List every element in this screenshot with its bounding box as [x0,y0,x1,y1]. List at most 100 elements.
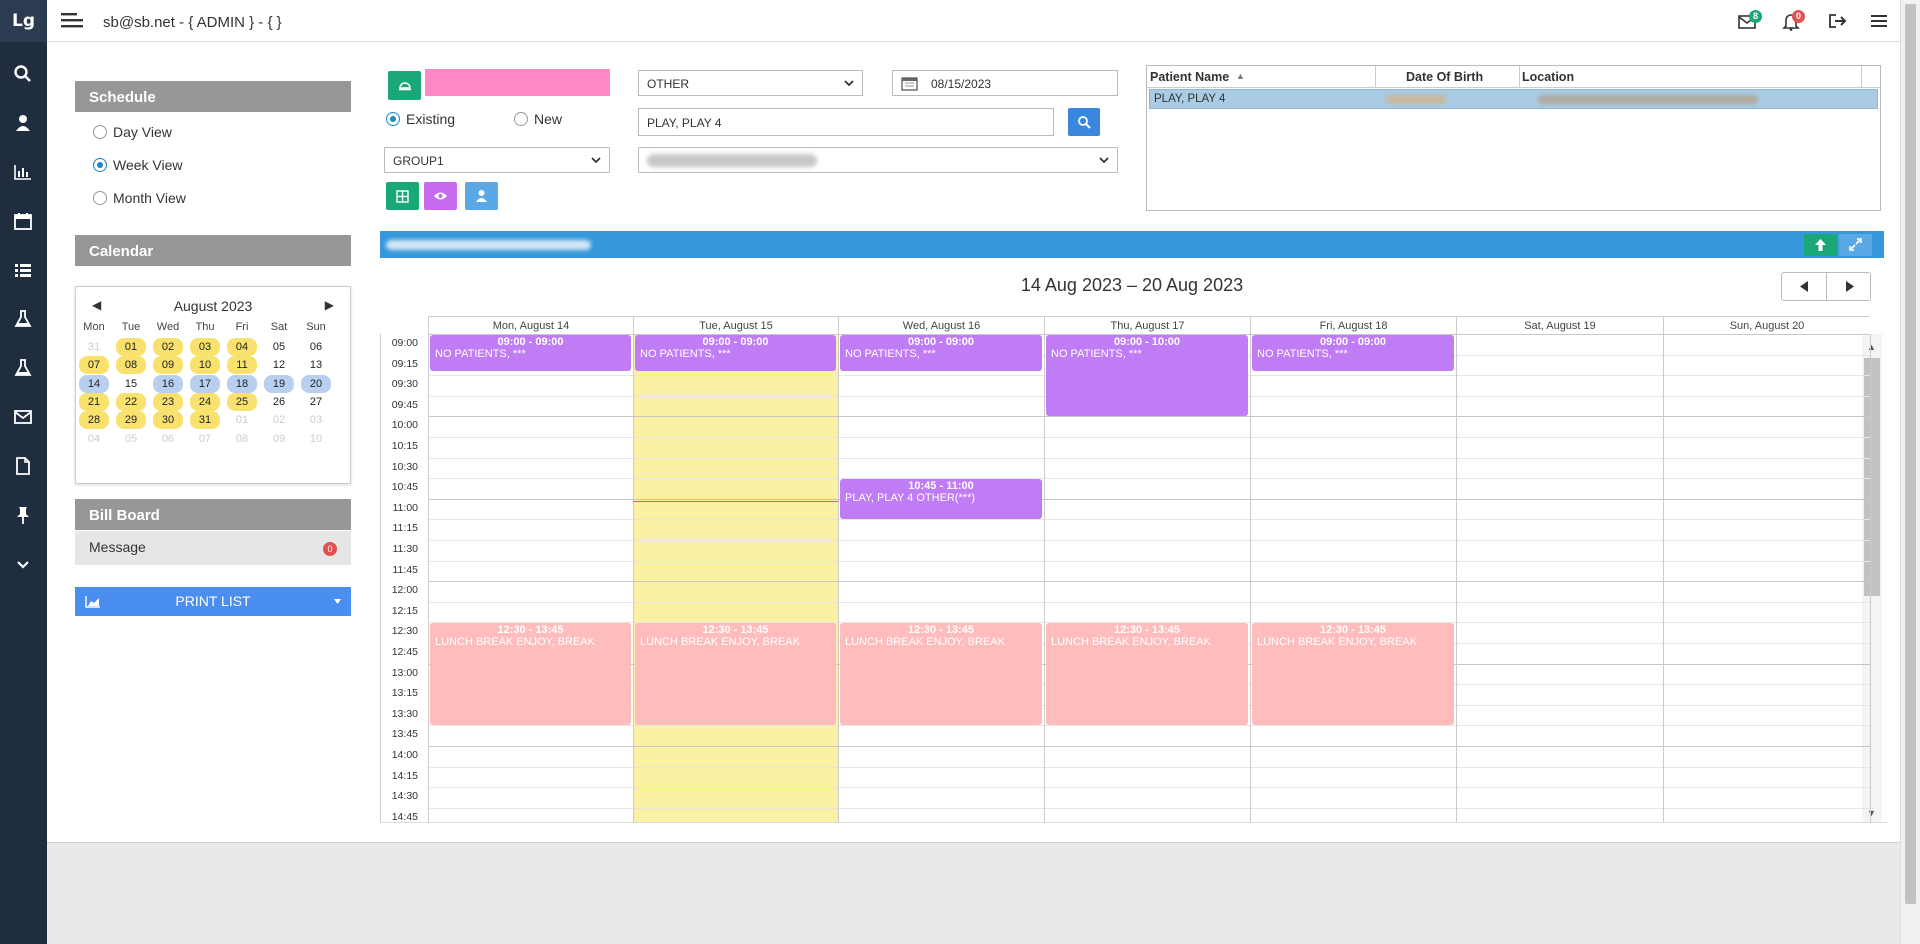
calendar-day[interactable]: 11 [227,356,257,375]
calendar-day[interactable]: 10 [301,430,331,448]
table-row[interactable]: PLAY, PLAY 4 [1149,89,1878,109]
user-icon[interactable] [13,113,33,133]
list-icon[interactable] [13,260,33,280]
calendar-scrollbar[interactable]: ▲ ▼ [1862,334,1882,822]
search-button[interactable] [1068,108,1100,136]
radio-circle[interactable] [514,112,528,126]
calendar-day[interactable]: 04 [79,430,109,448]
prev-week-button[interactable] [1782,273,1827,300]
sort-icon[interactable]: ▲ [1236,71,1245,81]
appointment-event[interactable]: 12:30 - 13:45 LUNCH BREAK ENJOY, BREAK [1046,623,1248,726]
calendar-day[interactable]: 02 [153,338,183,356]
calendar-day[interactable]: 06 [153,430,183,448]
calendar-day[interactable]: 17 [190,374,220,393]
calendar-day[interactable]: 08 [227,430,257,448]
calendar-day[interactable]: 12 [264,356,294,374]
page-scrollbar[interactable] [1900,0,1920,944]
calendar-day[interactable]: 04 [227,338,257,356]
group-select[interactable]: GROUP1 [384,147,610,173]
print-list-button[interactable]: PRINT LIST [75,587,351,616]
flask-icon[interactable] [13,358,33,378]
calendar-day[interactable]: 09 [264,430,294,448]
new-patient-radio[interactable]: New [514,111,562,127]
document-icon[interactable] [13,456,33,476]
appointment-event[interactable]: 09:00 - 09:00 NO PATIENTS, *** [1252,335,1454,372]
patient-profile-button[interactable] [465,182,498,210]
calendar-day[interactable]: 07 [190,430,220,448]
menu-toggle-icon[interactable] [61,12,83,30]
appointment-event[interactable]: 12:30 - 13:45 LUNCH BREAK ENJOY, BREAK [1252,623,1454,726]
chevron-down-icon[interactable] [13,554,33,574]
appointment-event[interactable]: 09:00 - 10:00 NO PATIENTS, *** [1046,335,1248,417]
calendar-day[interactable]: 06 [301,338,331,356]
calendar-day[interactable]: 15 [116,375,146,393]
main-menu-icon[interactable] [1869,11,1891,31]
collapse-up-button[interactable] [1804,234,1837,256]
pin-icon[interactable] [13,505,33,525]
calendar-day[interactable]: 09 [153,356,183,375]
calendar-day[interactable]: 01 [227,411,257,429]
calendar-day[interactable]: 24 [190,392,220,411]
radio-circle[interactable] [93,191,107,205]
flask-icon[interactable] [13,309,33,329]
calendar-day[interactable]: 22 [116,392,146,411]
calendar-day[interactable]: 01 [116,338,146,356]
page-scrollbar-thumb[interactable] [1905,4,1916,904]
calendar-day[interactable]: 20 [301,374,331,393]
month-view-radio[interactable]: Month View [93,190,186,206]
calendar-day[interactable]: 21 [79,392,109,411]
sign-out-icon[interactable] [1827,11,1849,31]
calendar-icon[interactable] [13,211,33,231]
billboard-message-row[interactable]: Message 0 [75,531,351,565]
calendar-day[interactable]: 07 [79,356,109,375]
chart-icon[interactable] [13,162,33,182]
calendar-day[interactable]: 03 [301,411,331,429]
calendar-day[interactable]: 23 [153,392,183,411]
appointment-event[interactable]: 09:00 - 09:00 NO PATIENTS, *** [430,335,631,372]
search-icon[interactable] [13,64,33,84]
appointment-type-select[interactable]: OTHER [638,70,863,96]
next-month-button[interactable]: ▶ [325,298,334,312]
calendar-day[interactable]: 30 [153,411,183,430]
calendar-day[interactable]: 02 [264,411,294,429]
add-appointment-button[interactable] [386,182,419,210]
caret-down-icon[interactable] [334,599,341,604]
calendar-day[interactable]: 26 [264,393,294,411]
scroll-up-icon[interactable]: ▲ [1867,342,1876,352]
next-week-button[interactable] [1827,273,1871,300]
calendar-day[interactable]: 05 [116,430,146,448]
calendar-day[interactable]: 10 [190,356,220,375]
calendar-day[interactable]: 29 [116,411,146,430]
mail-icon[interactable] [13,407,33,427]
week-view-radio[interactable]: Week View [93,157,183,173]
calendar-day[interactable]: 25 [227,392,257,411]
calendar-day[interactable]: 31 [79,338,109,356]
room-button[interactable] [388,71,421,100]
scroll-down-icon[interactable]: ▼ [1867,808,1876,818]
day-view-radio[interactable]: Day View [93,124,172,140]
appointment-event[interactable]: 10:45 - 11:00 PLAY, PLAY 4 OTHER(***) [840,479,1042,520]
view-appointment-button[interactable] [424,182,457,210]
calendar-day[interactable]: 13 [301,356,331,374]
appointment-event[interactable]: 09:00 - 09:00 NO PATIENTS, *** [635,335,836,372]
app-logo[interactable]: Lg [0,0,47,42]
calendar-day[interactable]: 31 [190,411,220,430]
col-date-of-birth[interactable]: Date Of Birth [1406,70,1483,84]
calendar-day[interactable]: 19 [264,374,294,393]
col-location[interactable]: Location [1522,70,1574,84]
calendar-day[interactable]: 08 [116,356,146,375]
calendar-day[interactable]: 14 [79,374,109,393]
calendar-day[interactable]: 18 [227,374,257,393]
appointment-event[interactable]: 09:00 - 09:00 NO PATIENTS, *** [840,335,1042,372]
calendar-day[interactable]: 16 [153,374,183,393]
appointment-date-input[interactable]: 08/15/2023 [892,70,1118,96]
provider-select[interactable] [638,147,1118,173]
calendar-day[interactable]: 27 [301,393,331,411]
calendar-day[interactable]: 28 [79,411,109,430]
col-patient-name[interactable]: Patient Name [1150,70,1229,84]
radio-circle[interactable] [93,125,107,139]
expand-button[interactable] [1839,234,1872,256]
radio-circle[interactable] [386,112,400,126]
appointment-event[interactable]: 12:30 - 13:45 LUNCH BREAK ENJOY, BREAK [635,623,836,726]
existing-patient-radio[interactable]: Existing [386,111,455,127]
